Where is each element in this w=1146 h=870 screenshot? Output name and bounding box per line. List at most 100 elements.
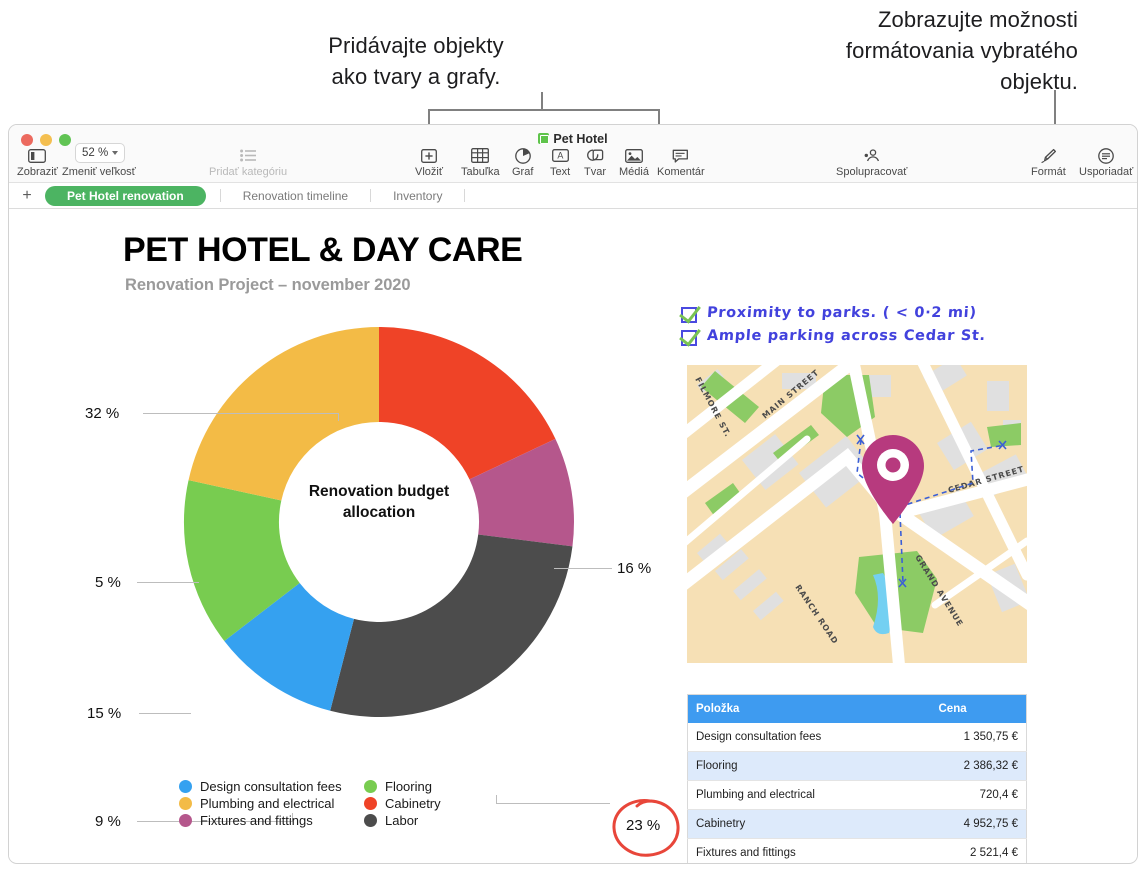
budget-donut-chart[interactable]: Renovation budget allocation [169, 317, 589, 727]
chart-legend: Design consultation fees Flooring Plumbi… [179, 779, 539, 828]
donut-center-line1: Renovation budget [308, 483, 450, 500]
table-cell-item: Cabinetry [687, 809, 931, 839]
sheet-tab-renovation-timeline[interactable]: Renovation timeline [227, 186, 364, 206]
table-header-row: Položka Cena [687, 694, 1027, 723]
table-label: Tabuľka [461, 166, 500, 178]
table-row[interactable]: Flooring 2 386,32 € [687, 751, 1027, 781]
svg-text:A: A [557, 151, 563, 161]
tab-divider [219, 189, 221, 202]
legend-swatch-labor [364, 814, 377, 827]
pct-label-cabinetry: 32 % [85, 405, 120, 422]
resize-label: Zmeniť veľkosť [62, 166, 136, 178]
table-cell-price: 1 350,75 € [930, 722, 1027, 752]
text-box-icon: A [551, 147, 569, 164]
legend-item-labor: Labor [364, 813, 539, 828]
table-grid-icon [471, 147, 490, 164]
text-label: Text [550, 166, 571, 178]
checklist-text: Proximity to parks. ( < 0·2 mi) [706, 305, 978, 321]
pct-label-plumbing: 5 % [95, 574, 121, 591]
checkbox-checked-icon [681, 330, 697, 346]
view-label: Zobraziť [17, 166, 58, 178]
legend-item-design: Design consultation fees [179, 779, 364, 794]
collaborate-button[interactable]: Spolupracovať [836, 147, 907, 179]
app-window: Pet Hotel Zobraziť Zmeniť veľkosť 52 % P… [8, 124, 1138, 864]
table-row[interactable]: Cabinetry 4 952,75 € [687, 809, 1027, 839]
sidebar-icon [28, 147, 47, 164]
sheet-subheading: Renovation Project – november 2020 [125, 276, 411, 294]
comment-button[interactable]: Komentár [657, 147, 705, 179]
shapes-icon [586, 147, 604, 164]
pct-label-fixtures: 16 % [617, 560, 652, 577]
legend-swatch-fixtures [179, 814, 192, 827]
numbers-document-icon [538, 133, 550, 144]
table-button[interactable]: Tabuľka [461, 147, 500, 179]
media-button[interactable]: Médiá [619, 147, 649, 179]
insert-button[interactable]: Vložiť [415, 147, 443, 179]
document-title-text: Pet Hotel [553, 132, 608, 146]
table-header-price: Cena [930, 694, 1027, 723]
legend-label-flooring: Flooring [385, 779, 432, 794]
chevron-down-icon [112, 151, 119, 155]
insert-label: Vložiť [415, 166, 443, 178]
add-category-label: Pridať kategóriu [209, 166, 288, 178]
document-title: Pet Hotel [9, 132, 1137, 146]
checklist-item: Ample parking across Cedar St. [681, 328, 986, 346]
legend-label-cabinetry: Cabinetry [385, 796, 441, 811]
sheet-heading: PET HOTEL & DAY CARE [123, 231, 523, 269]
legend-label-fixtures: Fixtures and fittings [200, 813, 313, 828]
table-row[interactable]: Fixtures and fittings 2 521,4 € [687, 838, 1027, 863]
tab-divider [464, 189, 466, 202]
budget-table[interactable]: Položka Cena Design consultation fees 1 … [687, 694, 1027, 863]
collaborate-person-icon [863, 147, 881, 164]
table-row[interactable]: Design consultation fees 1 350,75 € [687, 722, 1027, 752]
sheet-canvas[interactable]: PET HOTEL & DAY CARE Renovation Project … [9, 209, 1137, 863]
handwritten-checklist: Proximity to parks. ( < 0·2 mi) Ample pa… [681, 305, 986, 351]
table-cell-price: 720,4 € [930, 780, 1027, 810]
shape-button[interactable]: Tvar [584, 147, 606, 179]
table-cell-price: 4 952,75 € [930, 809, 1027, 839]
pct-leader-fixtures [554, 568, 612, 569]
legend-swatch-cabinetry [364, 797, 377, 810]
pct-label-labor: 23 % [626, 817, 661, 834]
pct-leader-cabinetry-tick [338, 413, 339, 421]
chart-button[interactable]: Graf [512, 147, 533, 179]
sheet-tab-bar: + Pet Hotel renovation Renovation timeli… [9, 183, 1137, 209]
legend-label-plumbing: Plumbing and electrical [200, 796, 335, 811]
pct-leader-cabinetry [143, 413, 339, 414]
comment-label: Komentár [657, 166, 705, 178]
legend-item-cabinetry: Cabinetry [364, 796, 539, 811]
callout-left-leader-stem [541, 92, 543, 110]
collaborate-label: Spolupracovať [836, 166, 908, 178]
comment-bubble-icon [672, 147, 689, 164]
view-button[interactable]: Zobraziť [17, 147, 58, 179]
format-label: Formát [1031, 166, 1066, 178]
legend-swatch-flooring [364, 780, 377, 793]
sheet-tab-inventory[interactable]: Inventory [377, 186, 458, 206]
format-button[interactable]: Formát [1031, 147, 1066, 179]
paintbrush-icon [1040, 147, 1057, 164]
pct-leader-flooring [139, 713, 191, 714]
pct-leader-plumbing [137, 582, 199, 583]
location-map-image[interactable]: FILMORE ST. MAIN STREET CEDAR STREET RAN… [687, 365, 1027, 663]
insert-plus-icon [421, 147, 437, 164]
chart-label: Graf [512, 166, 534, 178]
sheet-tab-pet-hotel-renovation[interactable]: Pet Hotel renovation [45, 185, 206, 206]
legend-item-flooring: Flooring [364, 779, 539, 794]
tab-divider [370, 189, 372, 202]
callout-right-text: Zobrazujte možnosti formátovania vybraté… [845, 7, 1078, 94]
legend-label-design: Design consultation fees [200, 779, 342, 794]
pct-label-design: 9 % [95, 813, 121, 830]
table-cell-item: Plumbing and electrical [687, 780, 931, 810]
legend-label-labor: Labor [385, 813, 419, 828]
arrange-button[interactable]: Usporiadať [1079, 147, 1133, 179]
add-sheet-button[interactable]: + [9, 187, 45, 204]
table-cell-price: 2 386,32 € [930, 751, 1027, 781]
table-cell-item: Flooring [687, 751, 931, 781]
slice-labor [330, 534, 573, 717]
add-category-button: Pridať kategóriu [209, 147, 287, 179]
table-row[interactable]: Plumbing and electrical 720,4 € [687, 780, 1027, 810]
toolbar: Pet Hotel Zobraziť Zmeniť veľkosť 52 % P… [9, 125, 1137, 183]
media-image-icon [625, 147, 643, 164]
text-button[interactable]: A Text [550, 147, 570, 179]
zoom-level-dropdown[interactable]: 52 % [75, 143, 126, 163]
